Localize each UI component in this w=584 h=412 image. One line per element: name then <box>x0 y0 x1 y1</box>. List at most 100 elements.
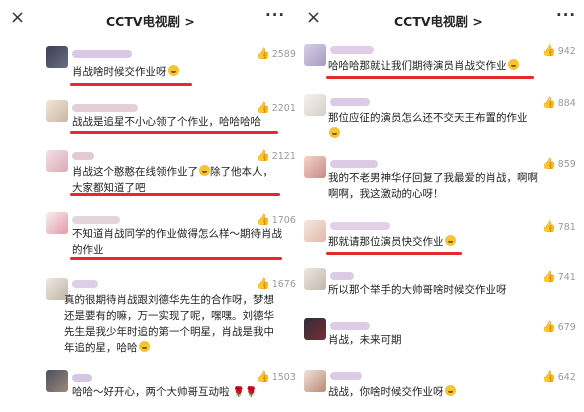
avatar[interactable] <box>46 150 68 172</box>
username[interactable] <box>72 50 132 58</box>
avatar[interactable] <box>304 220 326 242</box>
thumb-up-icon: 👍 <box>256 277 270 290</box>
rose-icon: 🌹 <box>232 387 246 398</box>
like-button[interactable]: 👍 1706 <box>256 213 296 226</box>
thumb-up-icon: 👍 <box>256 213 270 226</box>
like-button[interactable]: 👍 2201 <box>256 101 296 114</box>
highlight-underline <box>326 76 534 79</box>
like-count: 679 <box>557 322 576 333</box>
thumb-up-icon: 👍 <box>256 149 270 162</box>
page-title[interactable]: CCTV电视剧 > <box>106 11 195 30</box>
like-count: 942 <box>557 46 576 57</box>
avatar[interactable] <box>304 156 326 178</box>
thumb-up-icon: 👍 <box>256 370 270 383</box>
comment-text: 战战，你啥时候交作业呀 <box>328 384 456 400</box>
more-icon[interactable]: ··· <box>265 6 285 24</box>
username[interactable] <box>330 272 354 280</box>
avatar[interactable] <box>46 212 68 234</box>
thumb-up-icon: 👍 <box>256 47 270 60</box>
username[interactable] <box>330 98 370 106</box>
rose-icon: 🌹 <box>245 387 258 398</box>
like-count: 1676 <box>271 279 296 290</box>
comment-text: 哈哈～好开心，两个大帅哥互动啦 🌹🌹 <box>72 386 258 398</box>
username[interactable] <box>330 222 390 230</box>
username[interactable] <box>72 216 120 224</box>
username[interactable] <box>330 322 370 330</box>
laugh-emoji-icon <box>507 59 519 70</box>
comment-text: 我的不老男神华仔回复了我最爱的肖战，啊啊 啊啊，我这激动的心呀！ <box>328 172 538 200</box>
like-button[interactable]: 👍 741 <box>542 270 576 283</box>
comment-text: 不知道肖战同学的作业做得怎么样～期待肖战 的作业 <box>72 228 282 256</box>
like-count: 2121 <box>271 151 296 162</box>
comment-text: 肖战，未来可期 <box>328 334 402 346</box>
comment-text: 真的很期待肖战跟刘德华先生的合作呀，梦想 还是要有的嘛，万一实现了呢，嘿嘿。刘德… <box>64 294 274 354</box>
like-button[interactable]: 👍 2121 <box>256 149 296 162</box>
username[interactable] <box>330 372 362 380</box>
thumb-up-icon: 👍 <box>542 370 556 383</box>
like-count: 884 <box>557 98 576 109</box>
like-button[interactable]: 👍 884 <box>542 96 576 109</box>
laugh-emoji-icon <box>199 165 210 176</box>
more-icon[interactable]: ··· <box>556 6 576 24</box>
thumb-up-icon: 👍 <box>542 44 556 57</box>
laugh-emoji-icon <box>444 235 456 246</box>
thumb-up-icon: 👍 <box>256 101 270 114</box>
username[interactable] <box>72 280 98 288</box>
username[interactable] <box>330 160 378 168</box>
thumb-up-icon: 👍 <box>542 320 556 333</box>
like-button[interactable]: 👍 679 <box>542 320 576 333</box>
username[interactable] <box>330 46 374 54</box>
thumb-up-icon: 👍 <box>542 157 556 170</box>
like-button[interactable]: 👍 2589 <box>256 47 296 60</box>
smile-emoji-icon <box>138 341 150 352</box>
comment-text: 所以那个举手的大帅哥啥时候交作业呀 <box>328 284 507 296</box>
smile-emoji-icon <box>167 65 179 76</box>
username[interactable] <box>72 152 94 160</box>
like-count: 859 <box>557 159 576 170</box>
comment-text: 那就请那位演员快交作业 <box>328 234 456 250</box>
avatar[interactable] <box>46 46 68 68</box>
left-comment-panel: × CCTV电视剧 > ··· 👍 2589 肖战啥时候交作业呀 👍 2201 战战… <box>0 0 298 412</box>
highlight-underline <box>326 252 462 255</box>
like-count: 1706 <box>271 215 296 226</box>
highlight-underline <box>70 131 278 134</box>
left-header: × CCTV电视剧 > ··· <box>0 0 298 38</box>
avatar[interactable] <box>304 318 326 340</box>
highlight-underline <box>70 193 280 196</box>
comment-text: 哈哈哈那就让我们期待演员肖战交作业 <box>328 58 519 74</box>
like-button[interactable]: 👍 781 <box>542 220 576 233</box>
avatar[interactable] <box>304 370 326 392</box>
avatar[interactable] <box>46 100 68 122</box>
thumb-up-icon: 👍 <box>542 220 556 233</box>
like-count: 781 <box>557 222 576 233</box>
like-button[interactable]: 👍 942 <box>542 44 576 57</box>
close-icon[interactable]: × <box>306 8 321 28</box>
avatar[interactable] <box>304 268 326 290</box>
username[interactable] <box>72 374 92 382</box>
comment-text: 那位应征的演员怎么还不交天王布置的作业 <box>328 110 528 142</box>
like-count: 1503 <box>271 372 296 383</box>
like-button[interactable]: 👍 1676 <box>256 277 296 290</box>
like-button[interactable]: 👍 1503 <box>256 370 296 383</box>
right-comment-panel: × CCTV电视剧 > ··· 👍 942 哈哈哈那就让我们期待演员肖战交作业 👍… <box>298 0 584 412</box>
avatar[interactable] <box>304 44 326 66</box>
comment-text: 战战是追星不小心领了个作业，哈哈哈哈 <box>72 116 261 128</box>
thumb-up-icon: 👍 <box>542 270 556 283</box>
like-count: 2589 <box>271 49 296 60</box>
like-count: 2201 <box>271 103 296 114</box>
right-header: × CCTV电视剧 > ··· <box>298 0 584 38</box>
highlight-underline <box>70 257 282 260</box>
avatar[interactable] <box>46 370 68 392</box>
comment-text: 肖战啥时候交作业呀 <box>72 64 179 80</box>
close-icon[interactable]: × <box>10 8 25 28</box>
avatar[interactable] <box>304 94 326 116</box>
laugh-emoji-icon <box>329 127 340 138</box>
like-count: 642 <box>557 372 576 383</box>
like-button[interactable]: 👍 859 <box>542 157 576 170</box>
username[interactable] <box>72 104 138 112</box>
thumb-up-icon: 👍 <box>542 96 556 109</box>
like-button[interactable]: 👍 642 <box>542 370 576 383</box>
page-title[interactable]: CCTV电视剧 > <box>394 11 483 30</box>
smile-emoji-icon <box>444 385 456 396</box>
highlight-underline <box>70 83 192 86</box>
